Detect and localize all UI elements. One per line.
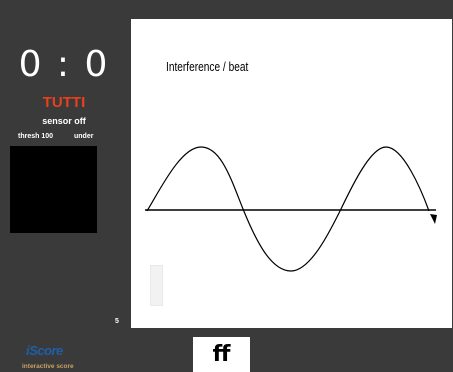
measure-counter: 0 : 0 <box>18 44 110 85</box>
sensor-display <box>10 146 97 233</box>
sensor-mode: under <box>74 133 94 140</box>
score-canvas: Interference / beat <box>131 19 452 328</box>
sine-wave <box>146 146 430 272</box>
arrowhead-icon <box>430 214 437 224</box>
volume-slider[interactable] <box>150 265 163 306</box>
score-title: Interference / beat <box>166 59 249 74</box>
sensor-status: sensor off <box>42 116 86 126</box>
dynamic-marking: ff <box>193 337 250 372</box>
page-number: 5 <box>115 318 119 325</box>
section-label: TUTTI <box>42 94 86 111</box>
app-tagline: interactive score <box>22 363 74 370</box>
app-logo: iScore <box>26 343 63 358</box>
sensor-threshold: thresh 100 <box>18 133 54 140</box>
